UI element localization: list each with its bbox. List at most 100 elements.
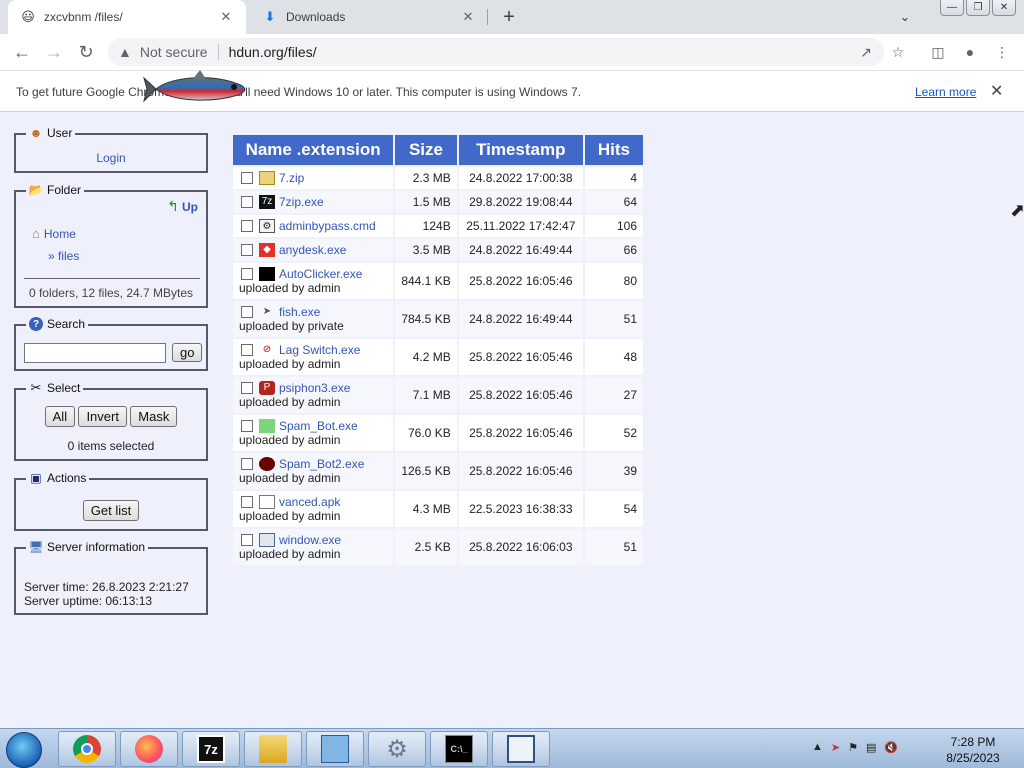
minimize-button[interactable]: —: [940, 0, 964, 16]
table-row[interactable]: ⚙ adminbypass.cmd 124B 25.11.2022 17:42:47 1…: [233, 215, 643, 237]
row-checkbox[interactable]: [241, 306, 253, 319]
close-tab-icon[interactable]: ✕: [460, 9, 476, 25]
up-link[interactable]: ↰ Up: [167, 198, 198, 215]
taskbar-firefox[interactable]: [120, 731, 178, 767]
close-infobar-icon[interactable]: ✕: [990, 81, 1003, 101]
row-checkbox[interactable]: [241, 382, 253, 395]
warning-triangle-icon[interactable]: ▲: [118, 44, 132, 60]
column-header-timestamp[interactable]: Timestamp: [458, 135, 583, 165]
go-button[interactable]: go: [172, 343, 203, 362]
taskbar-control-panel[interactable]: [306, 731, 364, 767]
tray-expand-icon[interactable]: ▲: [812, 741, 823, 754]
select-panel: ✂ Select All Invert Mask 0 items selecte…: [14, 380, 208, 461]
address-bar[interactable]: ▲ Not secure hdun.org/files/: [108, 38, 884, 66]
row-checkbox[interactable]: [241, 496, 253, 509]
file-name-link[interactable]: AutoClicker.exe: [279, 267, 362, 281]
taskbar-clock[interactable]: 7:28 PM 8/25/2023: [936, 734, 1010, 766]
table-row[interactable]: 7.zip 2.3 MB 24.8.2022 17:00:38 4: [233, 167, 643, 189]
table-row[interactable]: 7z 7zip.exe 1.5 MB 29.8.2022 19:08:44 64: [233, 191, 643, 213]
row-checkbox[interactable]: [241, 420, 253, 433]
file-name-link[interactable]: Lag Switch.exe: [279, 343, 360, 357]
bookmark-star-icon[interactable]: ☆: [886, 40, 910, 64]
invert-button[interactable]: Invert: [78, 406, 127, 427]
url-text[interactable]: hdun.org/files/: [229, 44, 317, 60]
tab-downloads[interactable]: ⬇ Downloads ✕: [250, 0, 488, 34]
table-row[interactable]: AutoClicker.exe uploaded by admin 844.1 KB…: [233, 263, 643, 299]
fish-icon[interactable]: [142, 68, 252, 110]
tab-files[interactable]: 😃 zxcvbnm /files/ ✕: [8, 0, 246, 34]
row-checkbox[interactable]: [241, 458, 253, 471]
learn-more-link[interactable]: Learn more: [915, 85, 976, 99]
close-window-button[interactable]: ✕: [992, 0, 1016, 16]
row-checkbox[interactable]: [241, 172, 253, 185]
file-name-link[interactable]: window.exe: [279, 533, 341, 547]
file-name-link[interactable]: psiphon3.exe: [279, 381, 350, 395]
menu-kebab-icon[interactable]: ⋮: [990, 40, 1014, 64]
file-name-link[interactable]: Spam_Bot2.exe: [279, 457, 364, 471]
taskbar-7zip[interactable]: 7z: [182, 731, 240, 767]
taskbar-settings[interactable]: ⚙: [368, 731, 426, 767]
file-name-link[interactable]: 7zip.exe: [279, 195, 324, 209]
column-header-name[interactable]: Name .extension: [233, 135, 394, 165]
table-row[interactable]: Spam_Bot.exe uploaded by admin 76.0 KB 25.8…: [233, 415, 643, 451]
server-info-legend: 🖥 Server information: [26, 540, 149, 554]
table-row[interactable]: ◆ anydesk.exe 3.5 MB 24.8.2022 16:49:44 66: [233, 239, 643, 261]
get-list-button[interactable]: Get list: [82, 500, 140, 521]
new-tab-button[interactable]: +: [498, 6, 520, 28]
close-tab-icon[interactable]: ✕: [218, 9, 234, 25]
row-checkbox[interactable]: [241, 268, 253, 281]
column-header-hits[interactable]: Hits: [584, 135, 643, 165]
table-row[interactable]: vanced.apk uploaded by admin 4.3 MB 22.5.20…: [233, 491, 643, 527]
taskbar-explorer[interactable]: [244, 731, 302, 767]
file-name-link[interactable]: adminbypass.cmd: [279, 219, 376, 233]
security-label[interactable]: Not secure: [140, 44, 208, 60]
name-cell: vanced.apk uploaded by admin: [233, 491, 394, 527]
row-checkbox[interactable]: [241, 534, 253, 547]
hits-cell: 4: [584, 167, 643, 189]
row-checkbox[interactable]: [241, 244, 253, 257]
taskbar-window-app[interactable]: [492, 731, 550, 767]
chrome-icon: [73, 735, 101, 763]
mask-button[interactable]: Mask: [130, 406, 178, 427]
file-name-link[interactable]: Spam_Bot.exe: [279, 419, 358, 433]
row-checkbox[interactable]: [241, 344, 253, 357]
timestamp-cell: 25.8.2022 16:05:46: [458, 415, 583, 451]
table-row[interactable]: ⊘ Lag Switch.exe uploaded by admin 4.2 MB 25…: [233, 339, 643, 375]
table-row[interactable]: Spam_Bot2.exe uploaded by admin 126.5 KB 25…: [233, 453, 643, 489]
network-icon[interactable]: ▤: [866, 741, 876, 754]
file-name-link[interactable]: vanced.apk: [279, 495, 340, 509]
timestamp-cell: 29.8.2022 19:08:44: [458, 191, 583, 213]
profile-avatar-icon[interactable]: ●: [958, 40, 982, 64]
tab-search-chevron-icon[interactable]: ⌄: [896, 8, 914, 26]
file-name-link[interactable]: fish.exe: [279, 305, 320, 319]
restore-button[interactable]: ❐: [966, 0, 990, 16]
current-folder-link[interactable]: » files: [48, 249, 79, 263]
row-checkbox[interactable]: [241, 196, 253, 209]
home-link[interactable]: ⌂ Home: [32, 226, 76, 241]
start-button[interactable]: [6, 732, 42, 768]
column-header-size[interactable]: Size: [395, 135, 457, 165]
file-name-link[interactable]: 7.zip: [279, 171, 304, 185]
back-arrow-icon[interactable]: ←: [10, 40, 34, 64]
select-all-button[interactable]: All: [44, 406, 76, 427]
forward-arrow-icon[interactable]: →: [42, 40, 66, 64]
side-panel-icon[interactable]: ◫: [926, 40, 950, 64]
reload-icon[interactable]: ↻: [74, 40, 98, 64]
table-row[interactable]: Ppsiphon3.exe uploaded by admin 7.1 MB 25.8…: [233, 377, 643, 413]
volume-muted-icon[interactable]: 🔇: [884, 741, 898, 754]
table-row[interactable]: window.exe uploaded by admin 2.5 KB 25.8.20…: [233, 529, 643, 565]
name-cell: ⊘ Lag Switch.exe uploaded by admin: [233, 339, 394, 375]
row-checkbox[interactable]: [241, 220, 253, 233]
up-label[interactable]: Up: [182, 200, 198, 214]
taskbar-cmd[interactable]: C:\_: [430, 731, 488, 767]
table-row[interactable]: ➤ fish.exe uploaded by private 784.5 KB 24.8…: [233, 301, 643, 337]
action-center-flag-icon[interactable]: ⚑: [848, 741, 858, 754]
tray-fish-icon[interactable]: ➤: [831, 741, 840, 754]
home-label[interactable]: Home: [44, 227, 76, 241]
login-link[interactable]: Login: [16, 151, 206, 165]
search-input[interactable]: [24, 343, 166, 363]
taskbar-chrome[interactable]: [58, 731, 116, 767]
share-icon[interactable]: ↗: [854, 40, 878, 64]
file-name-link[interactable]: anydesk.exe: [279, 243, 346, 257]
server-uptime: Server uptime: 06:13:13: [24, 594, 153, 608]
